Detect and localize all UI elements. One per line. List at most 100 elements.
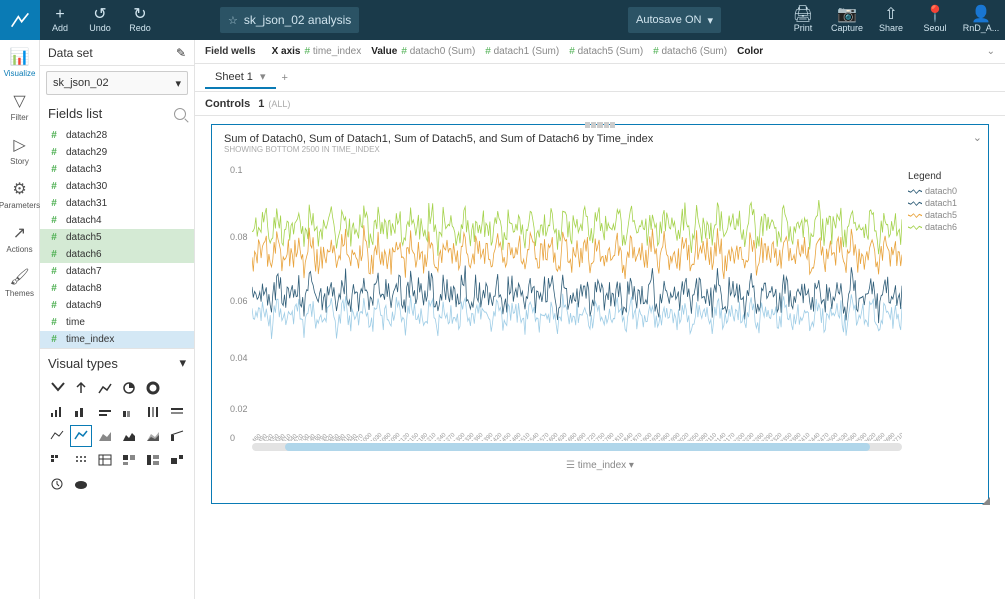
region-button[interactable]: 📍Seoul bbox=[913, 0, 957, 40]
visual-type-option[interactable] bbox=[70, 449, 92, 471]
field-item[interactable]: #datach9 bbox=[40, 297, 194, 314]
legend-item[interactable]: datach0 bbox=[908, 186, 978, 196]
share-button[interactable]: ⇧Share bbox=[869, 0, 913, 40]
rail-parameters[interactable]: ⚙Parameters bbox=[0, 172, 40, 216]
value-field[interactable]: # datach0 (Sum) bbox=[401, 46, 475, 57]
rail-visualize[interactable]: 📊Visualize bbox=[0, 40, 40, 84]
autosave-toggle[interactable]: Autosave ON ▾ bbox=[628, 7, 721, 33]
fields-list-title: Fields list bbox=[48, 106, 102, 121]
visual-type-option[interactable] bbox=[70, 401, 92, 423]
visual-type-option[interactable] bbox=[46, 425, 68, 447]
x-scrollbar[interactable] bbox=[252, 443, 902, 451]
redo-button[interactable]: ↻Redo bbox=[120, 0, 160, 40]
visual-type-option[interactable] bbox=[142, 401, 164, 423]
visual-type-option[interactable] bbox=[94, 401, 116, 423]
visual-type-option[interactable] bbox=[142, 377, 164, 399]
hash-icon: # bbox=[48, 249, 60, 260]
pin-icon: 📍 bbox=[925, 7, 945, 23]
visual-type-option[interactable] bbox=[46, 401, 68, 423]
visual-type-option[interactable] bbox=[142, 449, 164, 471]
visual-type-option[interactable] bbox=[118, 377, 140, 399]
visual-type-option[interactable] bbox=[46, 473, 68, 495]
visual-type-option[interactable] bbox=[70, 473, 92, 495]
x-axis-label[interactable]: ☰ time_index ▾ bbox=[222, 460, 978, 471]
rail-story[interactable]: ▷Story bbox=[0, 128, 40, 172]
arrow-icon: ↗ bbox=[13, 223, 26, 243]
visual-type-option[interactable] bbox=[118, 449, 140, 471]
value-field[interactable]: # datach6 (Sum) bbox=[653, 46, 727, 57]
resize-handle[interactable] bbox=[980, 495, 990, 505]
canvas[interactable]: ⌄ Sum of Datach0, Sum of Datach1, Sum of… bbox=[195, 116, 1005, 599]
visual-type-option[interactable] bbox=[166, 449, 188, 471]
visual-type-option[interactable] bbox=[166, 377, 188, 399]
value-field[interactable]: # datach5 (Sum) bbox=[569, 46, 643, 57]
visual-types-title: Visual types bbox=[48, 356, 118, 371]
star-icon[interactable]: ☆ bbox=[228, 14, 238, 27]
fields-list: #datach28#datach29#datach3#datach30#data… bbox=[40, 127, 194, 348]
rail-themes[interactable]: 🖌Themes bbox=[0, 260, 40, 304]
visual-type-option[interactable] bbox=[94, 377, 116, 399]
main-area: Field wells X axis # time_index Value # … bbox=[195, 40, 1005, 599]
filter-icon: ▽ bbox=[13, 91, 25, 111]
controls-bar[interactable]: Controls 1 (ALL) bbox=[195, 92, 1005, 116]
analysis-title-input[interactable]: ☆ sk_json_02 analysis bbox=[220, 7, 359, 33]
visual-type-option[interactable] bbox=[46, 377, 68, 399]
value-field[interactable]: # datach1 (Sum) bbox=[485, 46, 559, 57]
app-logo[interactable] bbox=[0, 0, 40, 40]
sheet-tabs: Sheet 1 ▾ + bbox=[195, 64, 1005, 92]
visual-type-option[interactable] bbox=[94, 425, 116, 447]
chart-subtitle: SHOWING BOTTOM 2500 IN TIME_INDEX bbox=[212, 145, 988, 160]
field-item[interactable]: #datach8 bbox=[40, 280, 194, 297]
visual-type-option[interactable] bbox=[46, 449, 68, 471]
visual-type-option[interactable] bbox=[118, 401, 140, 423]
chevron-down-icon[interactable]: ▾ bbox=[179, 355, 186, 371]
chevron-down-icon: ▾ bbox=[175, 77, 181, 90]
edit-dataset-icon[interactable]: ✎ bbox=[176, 46, 186, 60]
hash-icon: # bbox=[48, 215, 60, 226]
sheet-tab[interactable]: Sheet 1 ▾ bbox=[205, 66, 276, 89]
visual-type-option[interactable] bbox=[166, 425, 188, 447]
print-button[interactable]: 🖨Print bbox=[781, 0, 825, 40]
dataset-select[interactable]: sk_json_02 ▾ bbox=[46, 71, 188, 95]
search-icon[interactable] bbox=[174, 108, 186, 120]
field-item[interactable]: #time_index bbox=[40, 331, 194, 348]
field-item[interactable]: #datach3 bbox=[40, 161, 194, 178]
rail-actions[interactable]: ↗Actions bbox=[0, 216, 40, 260]
add-sheet-button[interactable]: + bbox=[282, 72, 288, 84]
play-icon: ▷ bbox=[13, 135, 25, 155]
visual-type-option[interactable] bbox=[70, 425, 92, 447]
legend-item[interactable]: datach1 bbox=[908, 198, 978, 208]
visual-type-option[interactable] bbox=[142, 425, 164, 447]
user-button[interactable]: 👤RnD_A... bbox=[957, 0, 1005, 40]
hash-icon: # bbox=[48, 283, 60, 294]
undo-button[interactable]: ↺Undo bbox=[80, 0, 120, 40]
visual-type-option[interactable] bbox=[166, 401, 188, 423]
drag-handle[interactable] bbox=[585, 122, 615, 128]
expand-fieldwells-icon[interactable]: ⌄ bbox=[987, 46, 995, 57]
field-item[interactable]: #datach29 bbox=[40, 144, 194, 161]
legend-item[interactable]: datach5 bbox=[908, 210, 978, 220]
rail-filter[interactable]: ▽Filter bbox=[0, 84, 40, 128]
field-item[interactable]: #datach31 bbox=[40, 195, 194, 212]
add-button[interactable]: +Add bbox=[40, 0, 80, 40]
sliders-icon: ⚙ bbox=[12, 179, 26, 199]
visual-type-option[interactable] bbox=[118, 425, 140, 447]
hash-icon: # bbox=[48, 300, 60, 311]
chevron-down-icon: ▾ bbox=[260, 71, 266, 83]
capture-button[interactable]: 📷Capture bbox=[825, 0, 869, 40]
field-item[interactable]: #datach30 bbox=[40, 178, 194, 195]
field-item[interactable]: #datach7 bbox=[40, 263, 194, 280]
field-item[interactable]: #datach5 bbox=[40, 229, 194, 246]
xaxis-field[interactable]: # time_index bbox=[305, 46, 362, 57]
chart-menu-icon[interactable]: ⌄ bbox=[973, 131, 982, 144]
legend-item[interactable]: datach6 bbox=[908, 222, 978, 232]
field-item[interactable]: #datach28 bbox=[40, 127, 194, 144]
field-wells[interactable]: Field wells X axis # time_index Value # … bbox=[195, 40, 1005, 64]
field-item[interactable]: #datach4 bbox=[40, 212, 194, 229]
field-item[interactable]: #datach6 bbox=[40, 246, 194, 263]
chart-visual[interactable]: ⌄ Sum of Datach0, Sum of Datach1, Sum of… bbox=[211, 124, 989, 504]
hash-icon: # bbox=[48, 334, 60, 345]
visual-type-option[interactable] bbox=[70, 377, 92, 399]
field-item[interactable]: #time bbox=[40, 314, 194, 331]
visual-type-option[interactable] bbox=[94, 449, 116, 471]
